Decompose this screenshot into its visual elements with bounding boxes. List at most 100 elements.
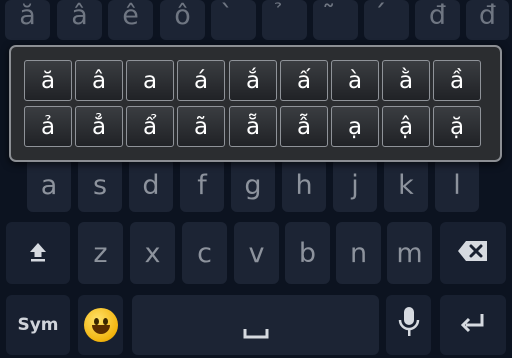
key-g[interactable]: g [231,158,275,212]
key-label: l [453,169,461,201]
key-top-10[interactable]: đ [466,0,509,40]
key-top-2[interactable]: â [57,0,102,40]
accent-label: ặ [449,113,465,140]
space-bar[interactable] [132,295,379,355]
key-d[interactable]: d [129,158,173,212]
key-c[interactable]: c [182,222,227,284]
key-label: ê [122,0,139,31]
key-j[interactable]: j [333,158,377,212]
key-top-7[interactable]: ̃ [313,0,358,40]
key-top-1[interactable]: ă [5,0,50,40]
smiley-emoji-icon [83,308,118,342]
accent-key[interactable]: ẳ [75,106,123,147]
key-v[interactable]: v [234,222,279,284]
key-label: j [351,169,359,201]
key-x[interactable]: x [130,222,175,284]
key-top-4[interactable]: ô [160,0,205,40]
key-s[interactable]: s [78,158,122,212]
accent-key[interactable]: ấ [280,60,328,101]
accent-label: à [347,67,363,94]
accent-key[interactable]: ẫ [280,106,328,147]
key-label: m [396,237,423,269]
key-l[interactable]: l [435,158,479,212]
accent-key[interactable]: à [331,60,379,101]
accent-key[interactable]: ặ [433,106,481,147]
accent-label: á [193,67,209,94]
accent-key[interactable]: ả [24,106,72,147]
key-label: đ [478,0,497,31]
enter-key[interactable] [440,295,506,355]
key-m[interactable]: m [387,222,432,284]
shift-key[interactable] [6,222,70,284]
accent-label: ạ [347,113,363,140]
key-label: đ [428,0,447,31]
space-bar-icon [243,315,269,346]
accent-key[interactable]: a [126,60,174,101]
key-label: z [93,237,108,269]
key-top-9[interactable]: đ [415,0,460,40]
accent-key[interactable]: â [75,60,123,101]
key-a[interactable]: a [27,158,71,212]
accent-label: ắ [245,67,261,94]
key-label: v [248,237,265,269]
key-label: g [244,169,262,201]
enter-icon [460,310,486,341]
accent-key[interactable]: ẵ [229,106,277,147]
accent-label: ầ [449,67,465,94]
key-label: f [197,169,207,201]
accent-key[interactable]: á [177,60,225,101]
sym-key[interactable]: Sym [6,295,70,355]
sym-label: Sym [17,315,59,335]
key-label: a [40,169,58,201]
accent-key[interactable]: ẩ [126,106,174,147]
accent-key[interactable]: ầ [433,60,481,101]
key-top-5[interactable]: ̀ [211,0,256,40]
accent-label: ă [40,67,56,94]
key-label: h [295,169,313,201]
microphone-key[interactable] [386,295,431,355]
key-label: x [144,237,161,269]
accent-label: ằ [398,67,414,94]
accent-key[interactable]: ạ [331,106,379,147]
key-z[interactable]: z [78,222,123,284]
key-h[interactable]: h [282,158,326,212]
key-top-8[interactable]: ́ [364,0,409,40]
key-label: ô [174,0,191,31]
key-label: n [349,237,368,269]
shift-arrow-icon [27,238,49,269]
accent-label: ẳ [91,113,107,140]
microphone-icon [398,306,420,345]
key-label: k [398,169,414,201]
key-label: b [298,237,317,269]
accent-label: ẫ [296,113,312,140]
key-k[interactable]: k [384,158,428,212]
virtual-keyboard: ă â ê ô ̀ ̉ ̃ ́ đ đ a s d f g h j k l z … [0,0,512,358]
accent-key[interactable]: ằ [382,60,430,101]
accent-label: a [142,67,158,94]
accent-label: â [91,67,107,94]
key-top-3[interactable]: ê [108,0,153,40]
key-label: ă [19,0,36,31]
accent-label: ấ [296,67,312,94]
key-label: d [142,169,160,201]
accent-label: ã [193,113,209,140]
accent-key[interactable]: ậ [382,106,430,147]
accent-key[interactable]: ã [177,106,225,147]
accent-label: ẵ [245,113,261,140]
backspace-key[interactable] [440,222,506,284]
key-f[interactable]: f [180,158,224,212]
backspace-icon [457,238,489,269]
key-label: s [92,169,108,201]
accent-label: ả [40,113,56,140]
key-b[interactable]: b [285,222,330,284]
accent-label: ậ [398,113,414,140]
key-top-6[interactable]: ̉ [262,0,307,40]
key-label: â [71,0,88,31]
key-n[interactable]: n [336,222,381,284]
accent-key[interactable]: ắ [229,60,277,101]
accent-label: ẩ [142,113,158,140]
accent-key[interactable]: ă [24,60,72,101]
emoji-key[interactable] [78,295,123,355]
accent-popup: ă â a á ắ ấ à ằ ầ ả ẳ ẩ ã ẵ ẫ ạ ậ ặ [9,45,502,162]
key-label: c [197,237,212,269]
